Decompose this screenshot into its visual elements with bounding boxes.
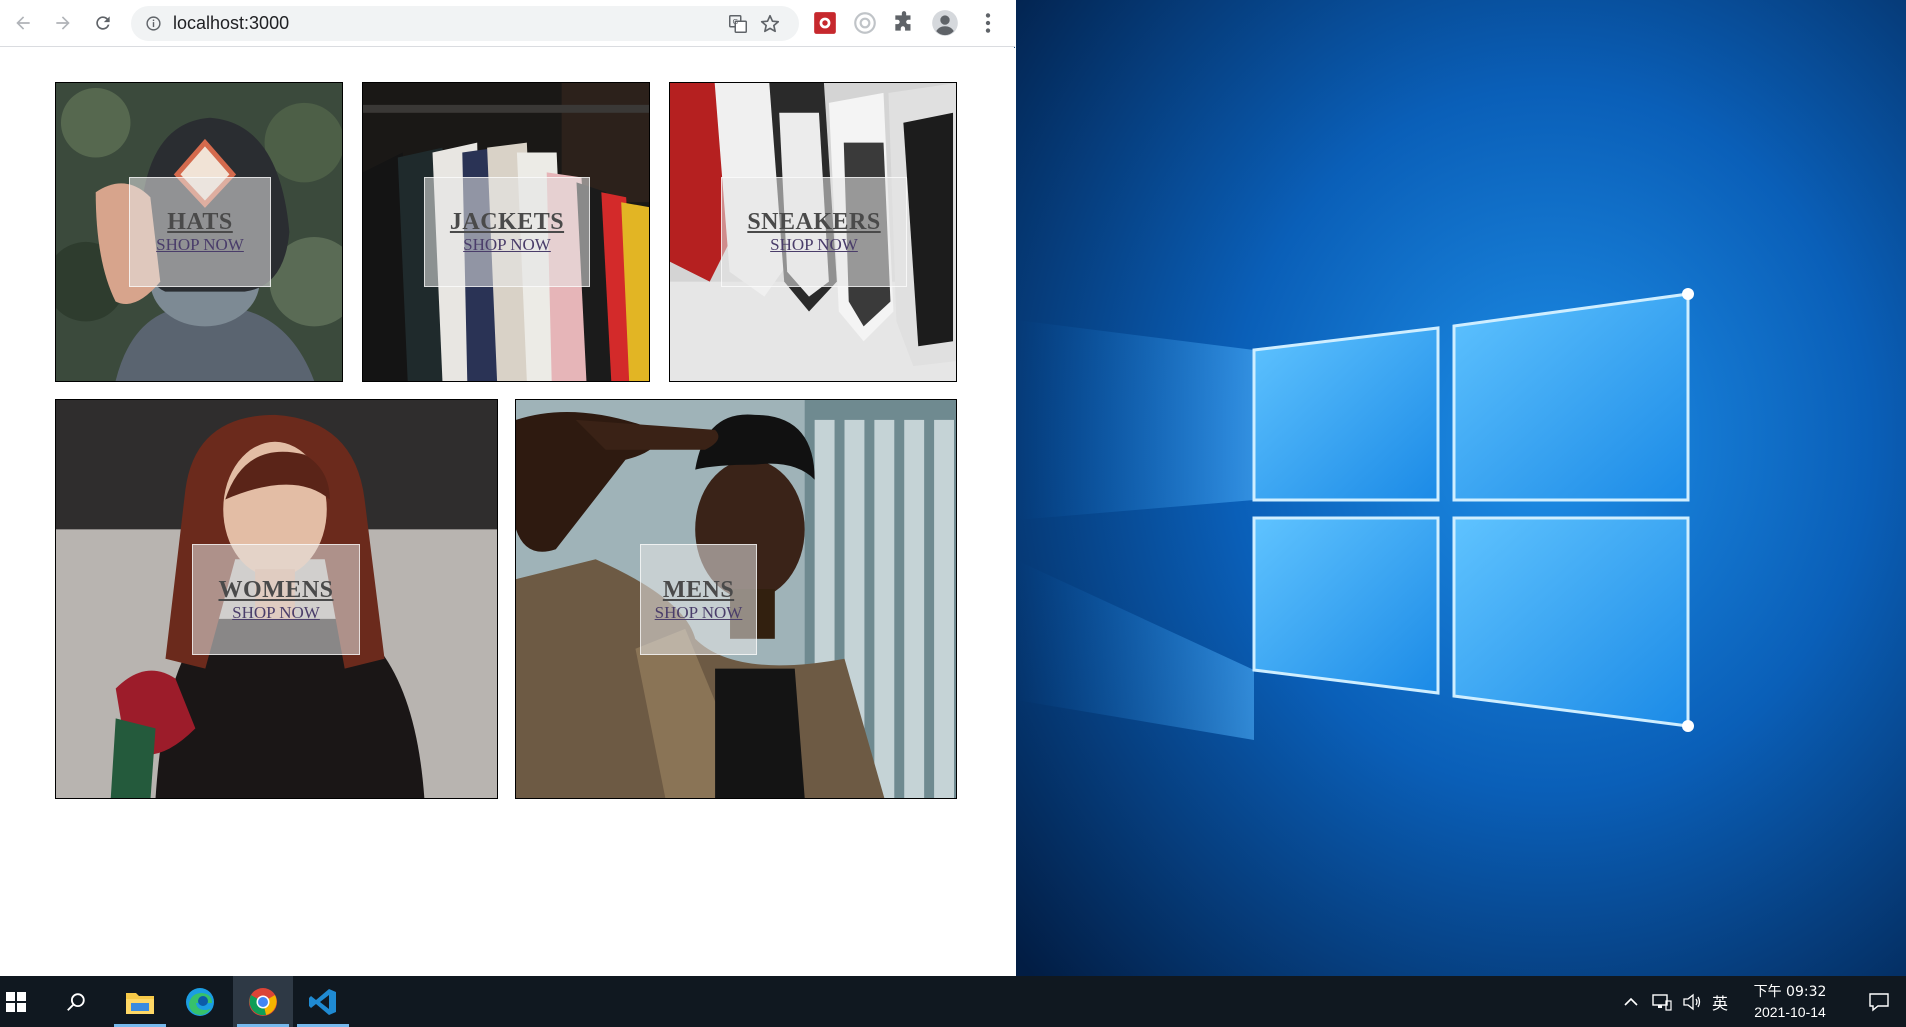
desktop-wallpaper [1016, 0, 1906, 976]
profile-avatar-icon[interactable] [931, 9, 959, 37]
reload-icon [96, 16, 110, 30]
ime-indicator[interactable]: 英 [1712, 976, 1728, 1027]
category-title[interactable]: WOMENS [218, 577, 333, 603]
mens-overlay[interactable]: MENS SHOP NOW [640, 544, 757, 655]
shop-now-link[interactable]: SHOP NOW [770, 235, 858, 255]
edge-icon [186, 987, 214, 1016]
svg-text:G: G [733, 17, 739, 26]
volume-icon [1683, 993, 1701, 1010]
vscode-icon [309, 988, 336, 1015]
chevron-up-icon [1624, 997, 1638, 1006]
browser-window: localhost:3000 G HATS SHOP NOW JACKETS S… [0, 0, 1015, 976]
forward-button[interactable] [48, 8, 78, 38]
shop-now-link[interactable]: SHOP NOW [463, 235, 551, 255]
url-text: localhost:3000 [173, 13, 290, 33]
back-button[interactable] [8, 8, 38, 38]
windows-logo-wallpaper [1016, 0, 1906, 976]
clock-time: 下午 09:32 [1753, 984, 1827, 1000]
jackets-overlay[interactable]: JACKETS SHOP NOW [424, 177, 590, 287]
taskbar-edge[interactable] [170, 976, 230, 1027]
sneakers-overlay[interactable]: SNEAKERS SHOP NOW [721, 177, 907, 287]
action-center-button[interactable] [1868, 976, 1890, 1027]
address-bar[interactable]: localhost:3000 G [131, 6, 799, 41]
search-button[interactable] [46, 976, 106, 1027]
browser-toolbar: localhost:3000 G [0, 0, 1015, 47]
extension-red-icon[interactable] [812, 10, 838, 36]
screen: localhost:3000 G HATS SHOP NOW JACKETS S… [0, 0, 1906, 1027]
hats-overlay[interactable]: HATS SHOP NOW [129, 177, 271, 287]
system-clock[interactable]: 下午 09:32 2021-10-14 [1730, 982, 1850, 1022]
taskbar-vscode[interactable] [293, 976, 353, 1027]
tray-network[interactable] [1652, 976, 1672, 1027]
category-tile-jackets[interactable]: JACKETS SHOP NOW [362, 82, 650, 382]
arrow-left-icon [16, 16, 30, 30]
shop-now-link[interactable]: SHOP NOW [232, 603, 320, 623]
chrome-icon [249, 987, 277, 1016]
womens-overlay[interactable]: WOMENS SHOP NOW [192, 544, 360, 655]
translate-icon[interactable]: G [727, 13, 749, 35]
category-tile-mens[interactable]: MENS SHOP NOW [515, 399, 957, 799]
search-icon [67, 992, 85, 1011]
folder-icon [126, 992, 154, 1014]
taskbar-file-explorer[interactable] [110, 976, 170, 1027]
shop-now-link[interactable]: SHOP NOW [655, 603, 743, 623]
category-tile-sneakers[interactable]: SNEAKERS SHOP NOW [669, 82, 957, 382]
tray-overflow-button[interactable] [1623, 976, 1639, 1027]
extensions-puzzle-icon[interactable] [891, 10, 917, 36]
network-icon [1652, 993, 1672, 1011]
category-tile-hats[interactable]: HATS SHOP NOW [55, 82, 343, 382]
shop-now-link[interactable]: SHOP NOW [156, 235, 244, 255]
category-title[interactable]: MENS [663, 577, 734, 603]
taskbar-chrome[interactable] [233, 976, 293, 1027]
notification-icon [1869, 992, 1889, 1011]
star-icon[interactable] [759, 13, 781, 35]
arrow-right-icon [56, 16, 70, 30]
clock-date: 2021-10-14 [1754, 1004, 1826, 1020]
menu-kebab-icon[interactable] [975, 10, 1001, 36]
category-title[interactable]: HATS [167, 209, 233, 235]
category-title[interactable]: JACKETS [450, 209, 564, 235]
category-title[interactable]: SNEAKERS [747, 209, 880, 235]
start-button[interactable] [0, 976, 32, 1027]
reload-button[interactable] [88, 8, 118, 38]
extension-circle-icon[interactable] [852, 10, 878, 36]
page-content: HATS SHOP NOW JACKETS SHOP NOW SNEAKERS … [0, 48, 1015, 976]
windows-start-icon [6, 991, 26, 1012]
taskbar: 英 下午 09:32 2021-10-14 [0, 976, 1906, 1027]
tray-volume[interactable] [1682, 976, 1702, 1027]
category-tile-womens[interactable]: WOMENS SHOP NOW [55, 399, 498, 799]
info-icon[interactable] [145, 15, 162, 32]
